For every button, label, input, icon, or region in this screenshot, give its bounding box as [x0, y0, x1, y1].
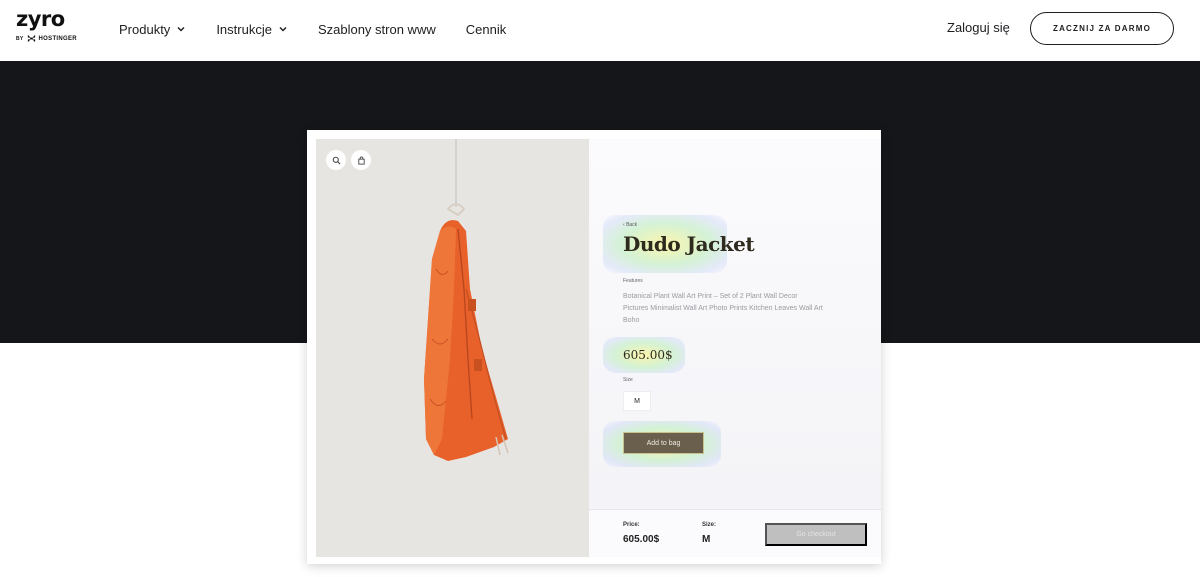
- checkout-summary-bar: Price: 605.00$ Size: M Go checkout: [589, 509, 881, 557]
- orange-jacket-illustration: [424, 139, 509, 461]
- summary-size-value: M: [702, 534, 711, 545]
- logo-by-text: BY: [16, 35, 24, 42]
- logo-partner-text: HOSTINGER: [38, 35, 77, 42]
- logo-wordmark: zyro: [16, 7, 65, 31]
- top-navigation: zyro BY HOSTINGER Produkty Instrukcje Sz…: [0, 0, 1200, 60]
- nav-item-cennik[interactable]: Cennik: [466, 19, 506, 39]
- product-details-panel: ‹ Back Dudo Jacket Features Botanical Pl…: [589, 139, 881, 557]
- nav-item-label: Cennik: [465, 21, 507, 37]
- back-link-label: Back: [626, 222, 638, 228]
- main-menu: Produkty Instrukcje Szablony stron www C…: [119, 19, 536, 39]
- nav-item-szablony[interactable]: Szablony stron www: [318, 19, 436, 39]
- product-preview-modal: ‹ Back Dudo Jacket Features Botanical Pl…: [307, 130, 881, 564]
- size-label: Size: [623, 377, 633, 383]
- nav-item-label: Produkty: [119, 21, 171, 37]
- zoom-icon: [332, 156, 340, 164]
- zyro-logo[interactable]: zyro BY HOSTINGER: [16, 8, 80, 52]
- chevron-down-icon: [177, 27, 185, 32]
- logo-byline: BY HOSTINGER: [16, 34, 80, 43]
- hostinger-logo-icon: [27, 34, 35, 43]
- shopping-bag-icon: [357, 156, 365, 165]
- nav-item-label: Instrukcje: [216, 21, 272, 37]
- summary-size-label: Size:: [702, 522, 717, 528]
- nav-item-instrukcje[interactable]: Instrukcje: [216, 19, 288, 39]
- nav-item-produkty[interactable]: Produkty: [119, 19, 186, 39]
- product-title: Dudo Jacket: [623, 232, 755, 256]
- summary-price-label: Price:: [623, 522, 640, 528]
- summary-price-value: 605.00$: [623, 534, 660, 545]
- features-description: Botanical Plant Wall Art Print – Set of …: [623, 293, 823, 324]
- features-label: Features: [623, 278, 643, 284]
- product-image: [316, 139, 589, 557]
- product-price: 605.00$: [623, 348, 673, 362]
- nav-item-label: Szablony stron www: [317, 21, 436, 37]
- bag-button[interactable]: [351, 150, 371, 170]
- size-option-m[interactable]: M: [623, 391, 651, 411]
- go-checkout-button[interactable]: Go checkout: [765, 523, 867, 546]
- add-to-bag-button[interactable]: Add to bag: [623, 432, 704, 454]
- start-free-button[interactable]: ZACZNIJ ZA DARMO: [1030, 12, 1174, 45]
- login-link[interactable]: Zaloguj się: [947, 20, 1010, 35]
- zoom-button[interactable]: [326, 150, 346, 170]
- chevron-down-icon: [279, 27, 287, 32]
- back-link[interactable]: ‹ Back: [623, 222, 637, 228]
